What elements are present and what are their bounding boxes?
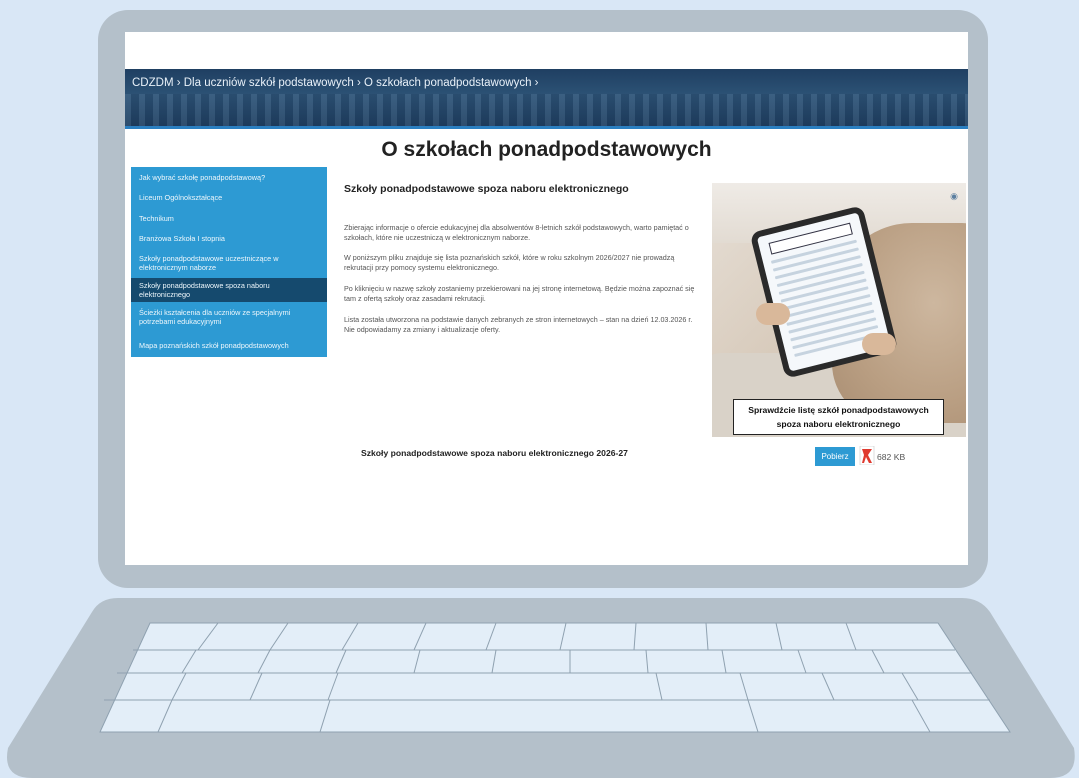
sidebar-item-how-to-choose[interactable]: Jak wybrać szkołę ponadpodstawową? bbox=[131, 173, 327, 182]
sidebar-item-outside-recruitment[interactable]: Szkoły ponadpodstawowe spoza naboru elek… bbox=[131, 278, 327, 302]
pdf-icon[interactable] bbox=[859, 446, 875, 465]
sidebar-item-technikum[interactable]: Technikum bbox=[131, 214, 327, 223]
city-skyline-image bbox=[125, 94, 968, 126]
promo-image[interactable]: ◉ Sprawdźcie listę szkół ponadpodstawowy… bbox=[712, 183, 966, 437]
banner-divider bbox=[125, 126, 968, 129]
sidebar-item-special-needs[interactable]: Ścieżki kształcenia dla uczniów ze specj… bbox=[131, 308, 327, 326]
browser-screen: CDZDM › Dla uczniów szkół podstawowych ›… bbox=[125, 32, 968, 565]
sidebar-item-liceum[interactable]: Liceum Ogólnokształcące bbox=[131, 193, 327, 202]
download-file-title: Szkoły ponadpodstawowe spoza naboru elek… bbox=[361, 448, 628, 458]
content-paragraph: Po kliknięciu w nazwę szkoły zostaniemy … bbox=[344, 284, 695, 303]
logo-icon: ◉ bbox=[950, 191, 958, 201]
promo-caption: Sprawdźcie listę szkół ponadpodstawowych… bbox=[733, 399, 944, 435]
page-title: O szkołach ponadpodstawowych bbox=[381, 138, 712, 161]
sidebar-item-map[interactable]: Mapa poznańskich szkół ponadpodstawowych bbox=[131, 341, 327, 350]
download-button[interactable]: Pobierz bbox=[815, 447, 855, 466]
content-paragraph: W poniższym pliku znajduje się lista poz… bbox=[344, 253, 675, 272]
content-paragraph: Lista została utworzona na podstawie dan… bbox=[344, 315, 693, 334]
breadcrumb[interactable]: CDZDM › Dla uczniów szkół podstawowych ›… bbox=[132, 77, 539, 89]
content-paragraph: Zbierając informacje o ofercie edukacyjn… bbox=[344, 223, 689, 242]
main-content: Szkoły ponadpodstawowe spoza naboru elek… bbox=[344, 183, 704, 334]
sidebar-nav: Jak wybrać szkołę ponadpodstawową? Liceu… bbox=[131, 167, 327, 357]
content-heading: Szkoły ponadpodstawowe spoza naboru elek… bbox=[344, 183, 629, 195]
sidebar-item-electronic-recruitment[interactable]: Szkoły ponadpodstawowe uczestniczące w e… bbox=[131, 254, 327, 272]
sidebar-item-branzowa[interactable]: Branżowa Szkoła I stopnia bbox=[131, 234, 327, 243]
file-size: 682 KB bbox=[877, 452, 906, 462]
